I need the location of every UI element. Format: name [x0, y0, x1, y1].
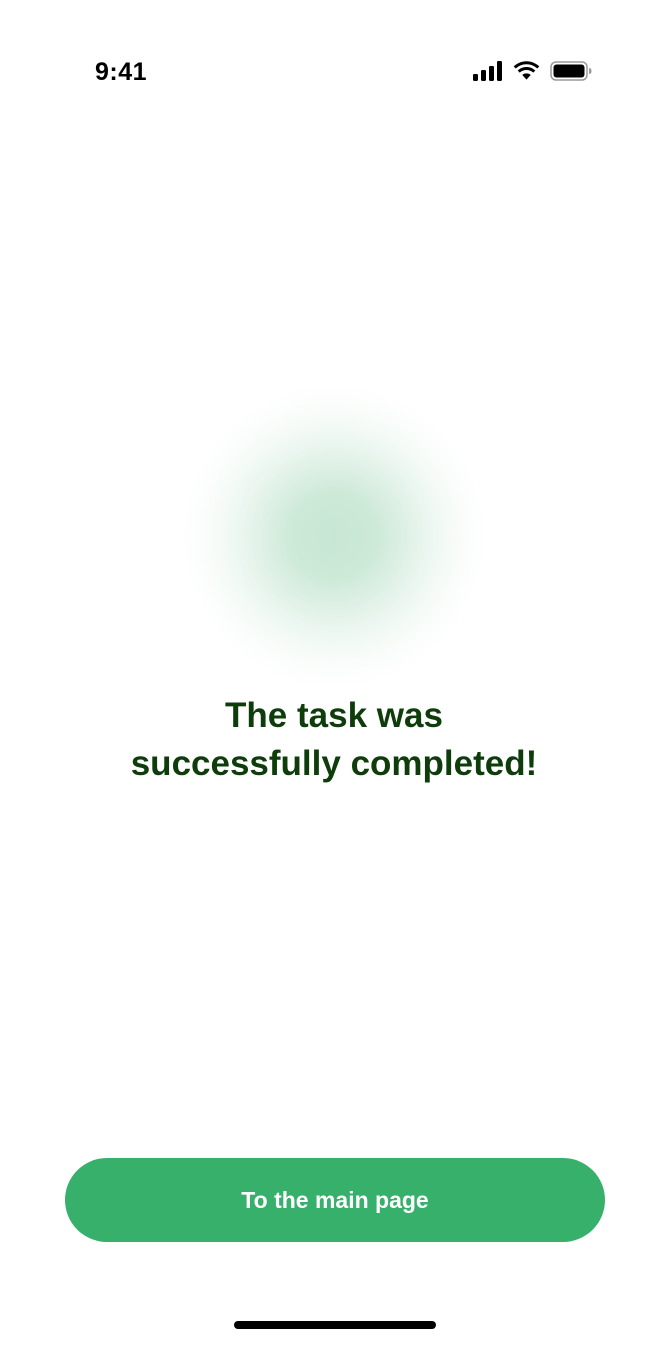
home-indicator	[234, 1321, 436, 1329]
success-message: The task was successfully completed!	[0, 692, 668, 788]
success-glow	[184, 386, 484, 686]
wifi-icon	[513, 61, 540, 80]
status-icons	[473, 61, 592, 81]
success-message-line-1: The task was	[225, 696, 443, 735]
battery-icon	[550, 61, 592, 81]
success-message-line-2: successfully completed!	[130, 744, 538, 783]
status-time: 9:41	[95, 58, 148, 86]
to-main-page-button[interactable]: To the main page	[65, 1158, 605, 1242]
status-bar: 9:41	[0, 0, 668, 110]
cellular-signal-icon	[473, 61, 502, 81]
